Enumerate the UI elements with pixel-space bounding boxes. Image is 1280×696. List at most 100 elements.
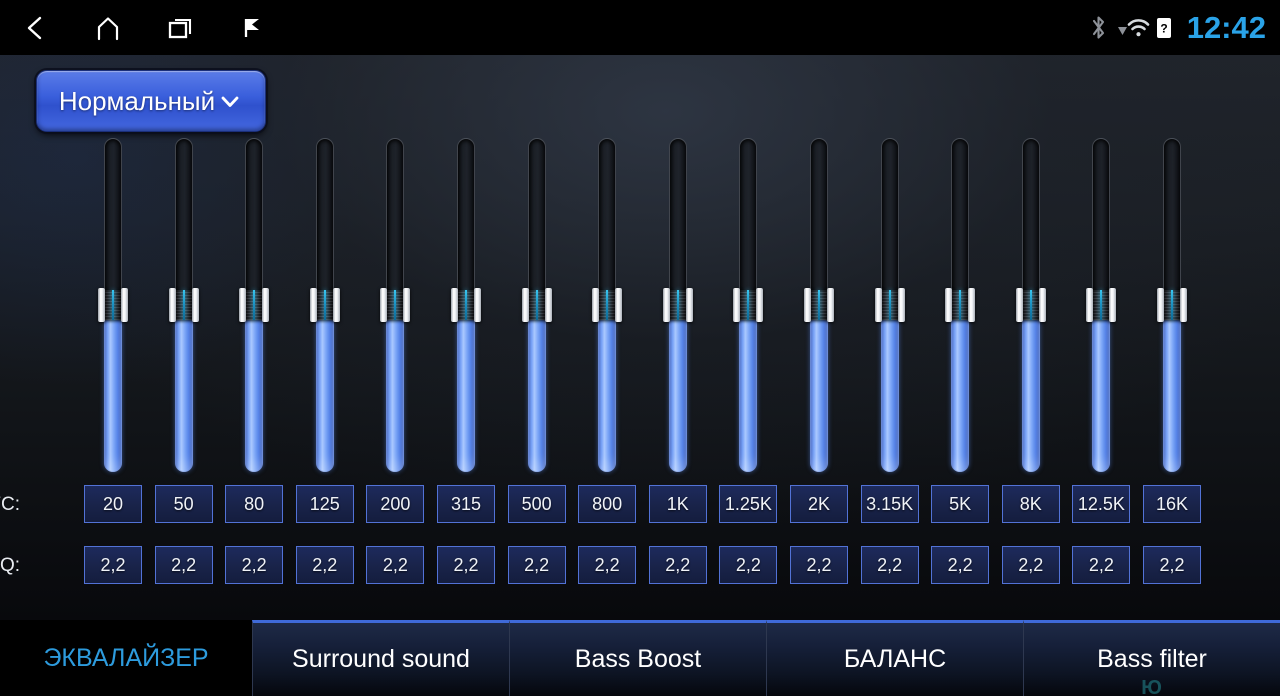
tab-2[interactable]: Surround sound xyxy=(252,620,509,696)
q-value-box[interactable]: 2,2 xyxy=(1143,546,1201,584)
q-value-box[interactable]: 2,2 xyxy=(719,546,778,584)
thumb-grip-left xyxy=(804,288,811,322)
eq-slider-16K[interactable] xyxy=(1157,138,1187,472)
thumb-grip-left xyxy=(1086,288,1094,322)
tab-1[interactable]: ЭКВАЛАЙЗЕР xyxy=(0,620,252,696)
eq-slider-50[interactable] xyxy=(168,138,199,472)
eq-slider-1K[interactable] xyxy=(662,138,693,472)
fc-value-box[interactable]: 315 xyxy=(437,485,495,523)
slider-thumb[interactable] xyxy=(239,288,270,322)
fc-value-box[interactable]: 8K xyxy=(1001,485,1060,523)
eq-slider-5K[interactable] xyxy=(945,138,976,472)
q-value-box[interactable]: 2,2 xyxy=(790,546,848,584)
thumb-grip-right xyxy=(756,288,764,322)
recents-icon[interactable] xyxy=(144,0,216,55)
equalizer-panel: Нормальный FC: 20 50 80 125 200 315 500 800 1K 1.… xyxy=(0,55,1280,620)
q-value-box[interactable]: 2,2 xyxy=(1001,546,1060,584)
thumb-grip-right xyxy=(262,288,270,322)
thumb-indicator-line xyxy=(818,290,820,320)
eq-slider-12.5K[interactable] xyxy=(1086,138,1117,472)
thumb-grip-left xyxy=(451,288,458,322)
thumb-indicator-line xyxy=(747,290,750,320)
slider-thumb[interactable] xyxy=(662,288,693,322)
slider-thumb[interactable] xyxy=(1086,288,1117,322)
fc-value-box[interactable]: 16K xyxy=(1143,485,1201,523)
q-value-box[interactable]: 2,2 xyxy=(1072,546,1131,584)
slider-thumb[interactable] xyxy=(804,288,834,322)
eq-slider-8K[interactable] xyxy=(1015,138,1046,472)
chevron-down-icon xyxy=(217,88,243,114)
thumb-grip-right xyxy=(1109,288,1117,322)
home-icon[interactable] xyxy=(72,0,144,55)
slider-thumb[interactable] xyxy=(1015,288,1046,322)
fc-value-box[interactable]: 12.5K xyxy=(1072,485,1131,523)
slider-fill xyxy=(245,305,264,472)
eq-slider-315[interactable] xyxy=(451,138,481,472)
thumb-indicator-line xyxy=(112,290,114,320)
thumb-grip-right xyxy=(544,288,552,322)
fc-value-box[interactable]: 3.15K xyxy=(860,485,919,523)
q-value-box[interactable]: 2,2 xyxy=(437,546,495,584)
eq-slider-1.25K[interactable] xyxy=(733,138,764,472)
q-value-box[interactable]: 2,2 xyxy=(84,546,142,584)
eq-slider-80[interactable] xyxy=(239,138,270,472)
q-value-box[interactable]: 2,2 xyxy=(931,546,990,584)
slider-thumb[interactable] xyxy=(733,288,764,322)
thumb-grip-left xyxy=(733,288,741,322)
fc-value-box[interactable]: 200 xyxy=(366,485,425,523)
slider-thumb[interactable] xyxy=(168,288,199,322)
q-value-box[interactable]: 2,2 xyxy=(154,546,213,584)
fc-value-box[interactable]: 800 xyxy=(578,485,637,523)
fc-value-box[interactable]: 80 xyxy=(225,485,284,523)
thumb-grip-left xyxy=(239,288,247,322)
thumb-grip-right xyxy=(685,288,693,322)
eq-slider-125[interactable] xyxy=(309,138,340,472)
slider-fill xyxy=(880,305,899,472)
q-value-box[interactable]: 2,2 xyxy=(648,546,707,584)
slider-thumb[interactable] xyxy=(380,288,411,322)
q-value-box[interactable]: 2,2 xyxy=(366,546,425,584)
slider-fill xyxy=(739,305,758,472)
flag-icon[interactable] xyxy=(216,0,288,55)
fc-value-box[interactable]: 5K xyxy=(931,485,990,523)
slider-thumb[interactable] xyxy=(1157,288,1187,322)
tab-label: Bass filter xyxy=(1097,645,1207,673)
fc-value-box[interactable]: 20 xyxy=(84,485,142,523)
slider-thumb[interactable] xyxy=(521,288,552,322)
q-row-label: Q: xyxy=(0,555,20,576)
slider-thumb[interactable] xyxy=(309,288,340,322)
fc-value-box[interactable]: 2K xyxy=(790,485,848,523)
fc-value-box[interactable]: 1.25K xyxy=(719,485,778,523)
fc-value-box[interactable]: 500 xyxy=(507,485,566,523)
eq-slider-2K[interactable] xyxy=(804,138,834,472)
slider-thumb[interactable] xyxy=(945,288,976,322)
q-value-box[interactable]: 2,2 xyxy=(507,546,566,584)
slider-thumb[interactable] xyxy=(98,288,128,322)
eq-slider-200[interactable] xyxy=(380,138,411,472)
slider-thumb[interactable] xyxy=(592,288,623,322)
tab-5[interactable]: Bass filter Ю xyxy=(1023,620,1280,696)
fc-value-box[interactable]: 125 xyxy=(295,485,354,523)
thumb-indicator-line xyxy=(606,290,609,320)
eq-slider-20[interactable] xyxy=(98,138,128,472)
preset-dropdown[interactable]: Нормальный xyxy=(36,70,266,132)
thumb-grip-left xyxy=(168,288,176,322)
q-value-box[interactable]: 2,2 xyxy=(295,546,354,584)
eq-slider-500[interactable] xyxy=(521,138,552,472)
q-value-box[interactable]: 2,2 xyxy=(860,546,919,584)
tab-4[interactable]: БАЛАНС xyxy=(766,620,1023,696)
back-icon[interactable] xyxy=(0,0,72,55)
fc-value-box[interactable]: 1K xyxy=(648,485,707,523)
eq-slider-3.15K[interactable] xyxy=(874,138,905,472)
eq-slider-800[interactable] xyxy=(592,138,623,472)
thumb-grip-right xyxy=(968,288,976,322)
thumb-grip-right xyxy=(332,288,340,322)
slider-thumb[interactable] xyxy=(451,288,481,322)
fc-row-label: FC: xyxy=(0,494,20,515)
tab-3[interactable]: Bass Boost xyxy=(509,620,766,696)
fc-value-box[interactable]: 50 xyxy=(154,485,213,523)
slider-thumb[interactable] xyxy=(874,288,905,322)
q-value-box[interactable]: 2,2 xyxy=(225,546,284,584)
slider-fill xyxy=(527,305,546,472)
q-value-box[interactable]: 2,2 xyxy=(578,546,637,584)
